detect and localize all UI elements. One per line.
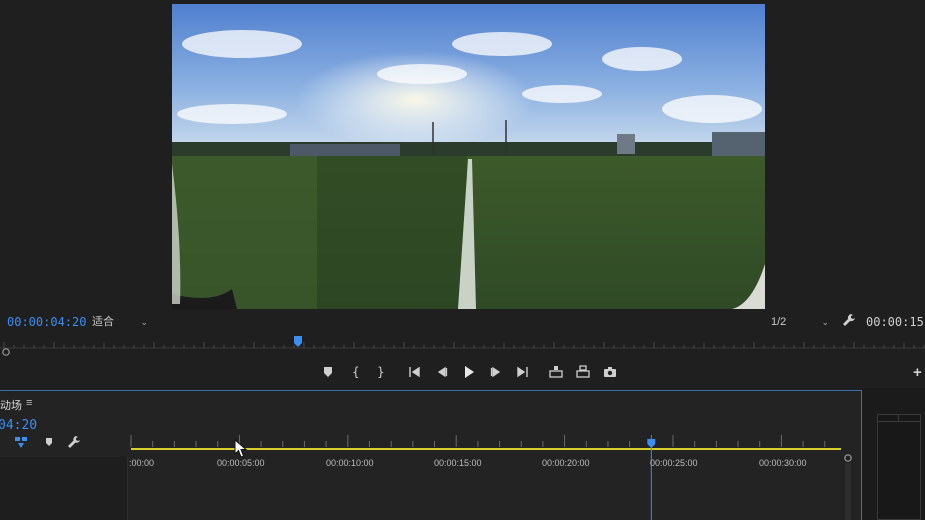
vertical-scrollbar[interactable]: [843, 453, 853, 520]
ruler-label: 00:00:25:00: [650, 458, 698, 468]
ruler-label: 00:00:30:00: [759, 458, 807, 468]
ruler-label: 00:00:15:00: [434, 458, 482, 468]
lift-icon: [549, 366, 563, 378]
play-button[interactable]: [461, 363, 477, 381]
wrench-icon[interactable]: [842, 313, 856, 329]
lift-button[interactable]: [548, 363, 564, 381]
go-to-in-icon: [409, 366, 420, 378]
sequence-tab-title[interactable]: 动场: [0, 397, 22, 413]
duration-timecode: 00:00:15:00: [866, 315, 925, 329]
resolution-dropdown[interactable]: 1/2 ⌄: [767, 314, 833, 330]
step-forward-icon: [490, 366, 501, 378]
ruler-label: 00:00:10:00: [326, 458, 374, 468]
sequence-timecode[interactable]: 04:20: [0, 418, 37, 433]
step-forward-button[interactable]: [488, 363, 504, 381]
add-marker-button[interactable]: [320, 363, 336, 381]
step-back-icon: [437, 366, 448, 378]
snap-icon[interactable]: [14, 435, 28, 449]
zoom-handle[interactable]: [2, 348, 10, 356]
svg-text:}: }: [377, 365, 385, 379]
export-frame-button[interactable]: [602, 363, 618, 381]
playhead-handle[interactable]: [647, 439, 656, 448]
step-back-button[interactable]: [434, 363, 450, 381]
fit-dropdown[interactable]: 适合 ⌄: [88, 314, 152, 330]
work-area-bar[interactable]: [131, 448, 841, 450]
panel-menu-icon[interactable]: ≡: [26, 397, 32, 409]
svg-text:{: {: [352, 365, 360, 379]
current-timecode[interactable]: 00:00:04:20: [7, 315, 86, 329]
go-to-in-button[interactable]: [407, 363, 423, 381]
mark-out-button[interactable]: }: [373, 363, 389, 381]
playhead-marker[interactable]: [294, 336, 302, 347]
go-to-out-button[interactable]: [514, 363, 530, 381]
monitor-scrub-bar[interactable]: [0, 334, 925, 356]
extract-icon: [576, 365, 590, 378]
add-marker-icon[interactable]: [42, 435, 56, 449]
fit-dropdown-value: 适合: [92, 316, 114, 328]
resolution-dropdown-value: 1/2: [771, 316, 787, 328]
chevron-down-icon: ⌄: [821, 317, 829, 327]
transport-controls: { }: [318, 363, 618, 381]
wrench-icon[interactable]: [67, 435, 81, 449]
track-header-area: [0, 457, 128, 520]
mark-out-icon: }: [377, 365, 385, 379]
timeline-tools: [12, 435, 92, 451]
timeline-panel: 动场 ≡ 04:20 :00:00 00:00:05:00 00:00:10:0…: [0, 390, 862, 520]
scrub-ticks: [3, 342, 925, 348]
ruler-label: :00:00: [129, 458, 155, 468]
mark-in-icon: {: [352, 365, 360, 379]
extract-button[interactable]: [575, 363, 591, 381]
video-preview[interactable]: [172, 4, 765, 309]
ruler-label: 00:00:05:00: [217, 458, 265, 468]
ruler-ticks: [130, 435, 826, 447]
mark-in-button[interactable]: {: [348, 363, 364, 381]
play-icon: [465, 366, 474, 378]
add-button[interactable]: +: [913, 364, 922, 381]
program-monitor: 00:00:04:20 适合 ⌄ 1/2 ⌄ 00:00:15:00 { }: [0, 0, 925, 388]
marker-icon: [324, 367, 332, 377]
camera-icon: [604, 367, 616, 377]
go-to-out-icon: [517, 366, 528, 378]
time-ruler[interactable]: :00:00 00:00:05:00 00:00:10:00 00:00:15:…: [129, 421, 841, 520]
chevron-down-icon: ⌄: [140, 317, 148, 327]
audio-meter: [877, 414, 921, 520]
ruler-label: 00:00:20:00: [542, 458, 590, 468]
audio-meter-panel: [863, 388, 925, 520]
